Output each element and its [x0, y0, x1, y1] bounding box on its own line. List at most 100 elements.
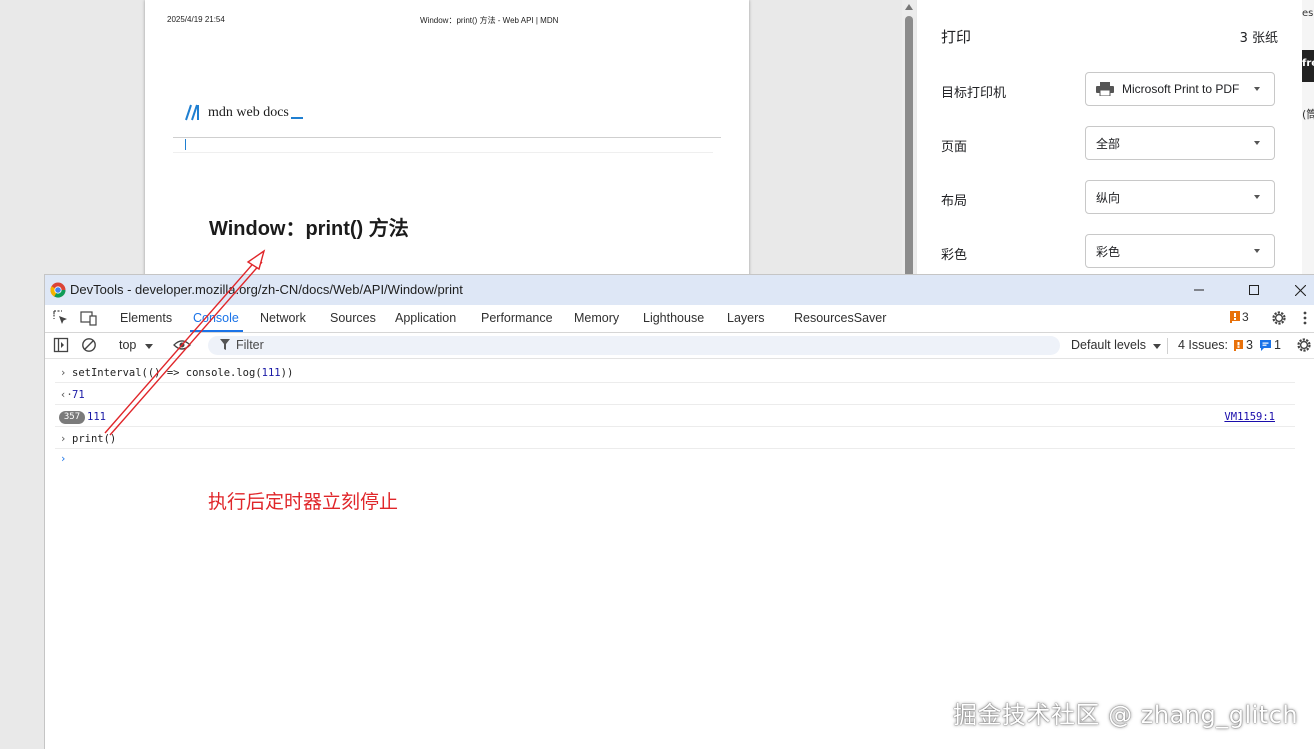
preview-divider-2 [173, 152, 713, 153]
console-toolbar: top Filter Default levels 4 Issues: 3 1 [45, 333, 1314, 359]
strip-dark-block: fre [1302, 50, 1314, 82]
mdn-logo-text: mdn web docs [208, 105, 289, 120]
more-options-icon[interactable] [1302, 310, 1308, 326]
maximize-button[interactable] [1231, 275, 1277, 305]
sheet-count: 3 张纸 [1239, 31, 1278, 46]
annotation-text: 执行后定时器立刻停止 [208, 491, 399, 513]
watermark: 掘金技术社区 @ zhang_glitch [953, 701, 1299, 729]
context-caret-icon[interactable] [145, 344, 153, 349]
toolbar-divider [1167, 338, 1168, 354]
tab-layers[interactable]: Layers [727, 311, 765, 325]
strip-text-a: es [1302, 8, 1314, 19]
destination-select[interactable]: Microsoft Print to PDF [1085, 72, 1275, 106]
layout-label: 布局 [941, 194, 968, 209]
destination-value: Microsoft Print to PDF [1122, 82, 1240, 96]
gear-icon[interactable] [1271, 310, 1287, 326]
source-link[interactable]: VM1159:1 [1224, 411, 1275, 423]
preview-doc-title: Window：print() 方法 - Web API | MDN [420, 16, 559, 25]
issues-label: 4 Issues: [1178, 338, 1229, 352]
chevron-right-icon: › [60, 367, 67, 379]
print-preview-page: 2025/4/19 21:54 Window：print() 方法 - Web … [145, 0, 749, 280]
tab-network[interactable]: Network [260, 311, 306, 325]
chevron-down-icon [1254, 87, 1260, 91]
pages-label: 页面 [941, 140, 968, 155]
tab-lighthouse[interactable]: Lighthouse [643, 311, 704, 325]
preview-date: 2025/4/19 21:54 [167, 15, 225, 24]
tab-memory[interactable]: Memory [574, 311, 619, 325]
code-part-b: )) [280, 367, 294, 379]
color-label: 彩色 [941, 248, 968, 263]
print-settings-panel: 打印 3 张纸 目标打印机 Microsoft Print to PDF 页面 … [917, 0, 1302, 280]
preview-divider [173, 137, 721, 138]
minimize-button[interactable] [1176, 275, 1222, 305]
tab-sources[interactable]: Sources [330, 311, 376, 325]
chevron-down-icon [1254, 141, 1260, 145]
tab-console[interactable]: Console [193, 311, 239, 325]
log-levels-dropdown[interactable]: Default levels [1071, 338, 1146, 352]
chevron-right-icon: › [60, 433, 67, 445]
tab-resourcessaver[interactable]: ResourcesSaver [794, 311, 886, 325]
sidebar-toggle-icon[interactable] [53, 337, 69, 353]
preview-heading: Window：print() 方法 [209, 218, 409, 240]
layout-select[interactable]: 纵向 [1085, 180, 1275, 214]
issues-summary[interactable]: 4 Issues: 3 1 [1178, 338, 1281, 352]
eye-icon[interactable] [173, 338, 191, 352]
filter-placeholder: Filter [236, 338, 264, 352]
tab-application[interactable]: Application [395, 311, 456, 325]
pages-value: 全部 [1096, 136, 1121, 151]
inspect-element-icon[interactable] [53, 310, 69, 326]
preview-scrollbar-thumb[interactable] [905, 16, 913, 278]
code-part-a: setInterval(() => console.log( [72, 367, 262, 379]
console-settings-gear-icon[interactable] [1296, 337, 1312, 353]
destination-label: 目标打印机 [941, 86, 1007, 101]
background-page-strip: es fre (筒 [1302, 0, 1314, 280]
console-separator [55, 448, 1295, 449]
console-separator [55, 382, 1295, 383]
tab-elements[interactable]: Elements [120, 311, 172, 325]
levels-caret-icon[interactable] [1153, 344, 1161, 349]
chevron-down-icon [1254, 249, 1260, 253]
print-panel-title: 打印 [941, 28, 972, 46]
strip-text-b: fre [1302, 58, 1314, 69]
issues-indicator[interactable]: 3 [1230, 310, 1249, 324]
layout-value: 纵向 [1096, 190, 1121, 205]
maximize-icon [1249, 285, 1259, 295]
warning-flag-icon [1234, 339, 1244, 351]
minimize-icon [1194, 289, 1204, 291]
console-code-print: print() [72, 433, 117, 445]
return-arrow-icon: ‹· [60, 389, 73, 401]
strip-text-c: (筒 [1302, 108, 1314, 121]
close-icon [1294, 284, 1306, 296]
devtools-tab-bar: Elements Console Network Sources Applica… [45, 305, 1314, 333]
filter-input[interactable] [208, 336, 1060, 355]
console-code: setInterval(() => console.log(111)) [72, 367, 293, 379]
filter-icon [220, 339, 230, 350]
issues-info-count: 1 [1273, 338, 1281, 352]
chrome-icon [50, 282, 66, 298]
devtools-window-title: DevTools - developer.mozilla.org/zh-CN/d… [70, 282, 463, 297]
close-button[interactable] [1277, 275, 1314, 305]
color-select[interactable]: 彩色 [1085, 234, 1275, 268]
warning-flag-icon [1230, 311, 1240, 323]
repeat-count-badge: 357 [59, 411, 85, 424]
pages-select[interactable]: 全部 [1085, 126, 1275, 160]
preview-tick [185, 139, 186, 150]
issues-warn-count: 3 [1246, 338, 1253, 352]
tab-performance[interactable]: Performance [481, 311, 553, 325]
scroll-up-icon[interactable] [905, 4, 913, 10]
console-prompt-icon: › [60, 453, 67, 465]
printer-icon [1096, 82, 1114, 96]
mdn-m-icon [185, 104, 199, 121]
console-separator [55, 404, 1295, 405]
clear-console-icon[interactable] [81, 337, 97, 353]
chevron-down-icon [1254, 195, 1260, 199]
color-value: 彩色 [1096, 244, 1121, 259]
mdn-logo-underscore [290, 117, 303, 119]
code-number: 111 [261, 367, 281, 379]
context-selector[interactable]: top [119, 338, 136, 352]
devtools-titlebar[interactable]: DevTools - developer.mozilla.org/zh-CN/d… [45, 275, 1314, 305]
result-value: 71 [72, 389, 85, 401]
device-toggle-icon[interactable] [80, 310, 98, 326]
active-tab-indicator [190, 330, 243, 332]
mdn-logo: mdn web docs [185, 104, 303, 121]
